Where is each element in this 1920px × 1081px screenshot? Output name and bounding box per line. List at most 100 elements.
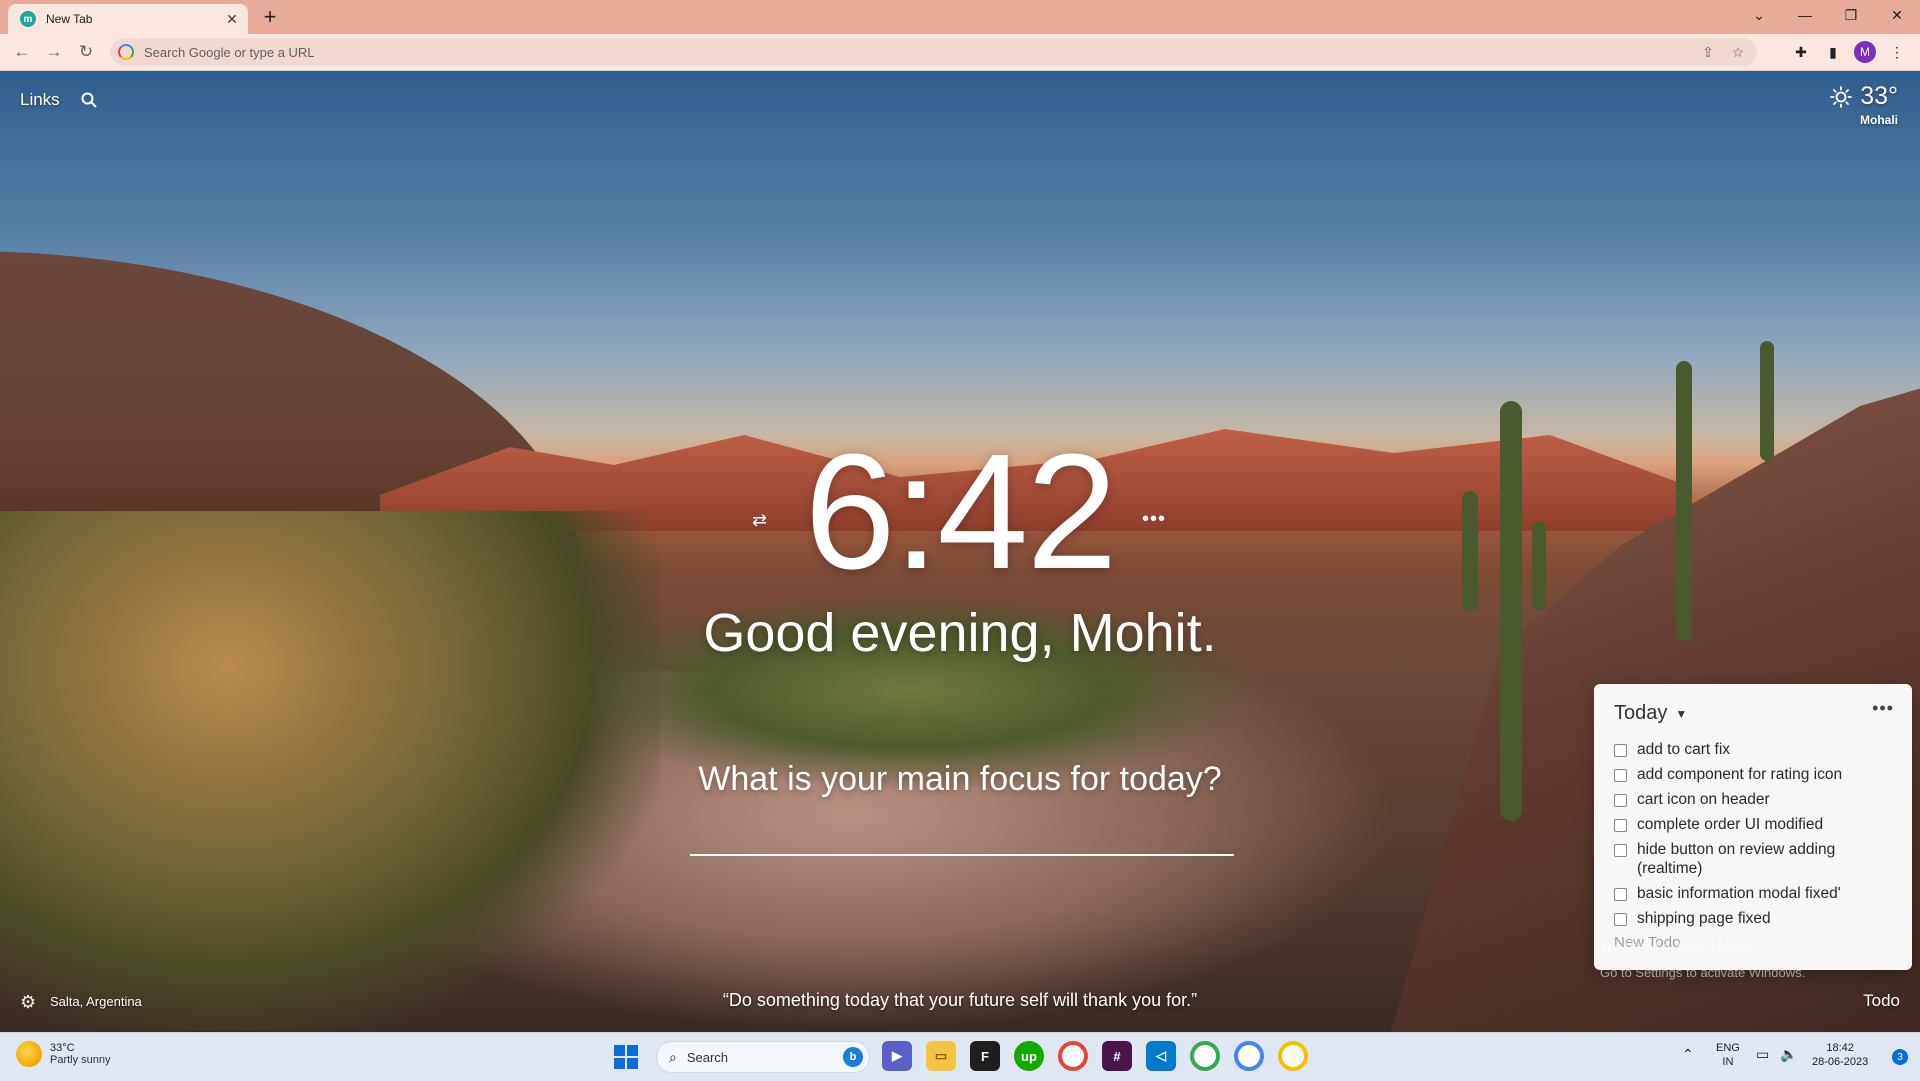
network-icon[interactable]: ▭ — [1756, 1047, 1769, 1061]
minimize-icon[interactable]: — — [1782, 0, 1828, 30]
taskbar: 33°C Partly sunny ⌕ Search b ▶ ▭ F up # … — [0, 1032, 1920, 1081]
todo-toggle-button[interactable]: Todo — [1863, 991, 1900, 1011]
todo-more-icon[interactable]: ••• — [1872, 698, 1894, 719]
todo-checkbox[interactable] — [1614, 819, 1627, 832]
chevron-down-icon: ▼ — [1675, 706, 1688, 721]
side-panel-icon[interactable]: ▮ — [1821, 40, 1845, 64]
new-tab-button[interactable]: + — [258, 6, 282, 30]
tab-strip: m New Tab ✕ + ⌄ — ❐ ✕ — [0, 0, 1920, 34]
todo-checkbox[interactable] — [1614, 769, 1627, 782]
tab-new-tab[interactable]: m New Tab ✕ — [8, 4, 248, 34]
tray-overflow-chevron-icon[interactable]: ⌃ — [1682, 1047, 1694, 1061]
todo-list-selector[interactable]: Today ▼ — [1614, 702, 1687, 725]
close-tab-icon[interactable]: ✕ — [224, 11, 240, 27]
reload-icon[interactable]: ↻ — [74, 40, 98, 64]
todo-panel: Today ▼ ••• add to cart fix add componen… — [1594, 684, 1912, 970]
file-explorer-icon[interactable]: ▭ — [926, 1041, 956, 1071]
omnibox[interactable]: Search Google or type a URL ⇪ ☆ — [110, 38, 1757, 66]
todo-checkbox[interactable] — [1614, 913, 1627, 926]
forward-icon[interactable]: → — [42, 40, 66, 64]
menu-kebab-icon[interactable]: ⋮ — [1885, 40, 1909, 64]
todo-item[interactable]: add component for rating icon — [1614, 765, 1904, 784]
cactus-arm-scenery — [1462, 491, 1478, 611]
windows-logo-tile — [614, 1058, 625, 1069]
google-icon — [118, 44, 134, 60]
start-button[interactable] — [614, 1045, 638, 1069]
chrome-profile-icon[interactable] — [1190, 1041, 1220, 1071]
clock-date[interactable]: 18:42 28-06-2023 — [1812, 1041, 1868, 1069]
quote[interactable]: “Do something today that your future sel… — [560, 990, 1360, 1011]
weather-widget[interactable]: 33° Mohali — [1830, 82, 1898, 127]
chrome-profile-icon-2[interactable] — [1234, 1041, 1264, 1071]
todo-checkbox[interactable] — [1614, 844, 1627, 857]
todo-item-text: cart icon on header — [1637, 791, 1770, 808]
taskbar-date: 28-06-2023 — [1812, 1056, 1869, 1068]
settings-gear-icon[interactable]: ⚙ — [20, 992, 36, 1013]
watermark-title: Activate Windows — [1600, 938, 1758, 960]
browser-toolbar: ← → ↻ Search Google or type a URL ⇪ ☆ ✚ … — [0, 34, 1920, 71]
todo-item-text: complete order UI modified — [1637, 816, 1824, 833]
search-icon[interactable] — [80, 91, 98, 109]
todo-list-name: Today — [1614, 702, 1668, 724]
share-icon[interactable]: ⇪ — [1697, 41, 1719, 63]
slack-icon[interactable]: # — [1102, 1041, 1132, 1071]
vscode-icon[interactable]: ◁ — [1146, 1041, 1176, 1071]
todo-item[interactable]: hide button on review adding (realtime) — [1614, 840, 1904, 878]
upwork-icon[interactable]: up — [1014, 1041, 1044, 1071]
cactus-scenery-2 — [1676, 361, 1692, 641]
tab-search-chevron-icon[interactable]: ⌄ — [1736, 0, 1782, 30]
cactus-arm-scenery-2 — [1532, 521, 1546, 611]
todo-item-text: basic information modal fixed' — [1637, 885, 1841, 902]
taskbar-weather-desc: Partly sunny — [50, 1054, 111, 1066]
todo-item[interactable]: add to cart fix — [1614, 740, 1904, 759]
cactus-scenery-3 — [1760, 341, 1774, 461]
chrome-profile-icon-3[interactable] — [1278, 1041, 1308, 1071]
windows-logo-tile — [627, 1045, 638, 1056]
focus-input[interactable] — [690, 800, 1234, 856]
activate-windows-watermark: Activate Windows Go to Settings to activ… — [1600, 938, 1805, 980]
weather-location: Mohali — [1860, 113, 1898, 127]
taskbar-weather-widget[interactable]: 33°C Partly sunny — [16, 1041, 111, 1067]
language-indicator[interactable]: ENG IN — [1716, 1041, 1740, 1069]
cactus-scenery — [1500, 401, 1522, 821]
avatar: M — [1854, 41, 1876, 63]
volume-icon[interactable]: 🔈 — [1780, 1047, 1797, 1061]
weather-temperature: 33° — [1860, 82, 1898, 110]
notification-badge[interactable]: 3 — [1892, 1049, 1908, 1065]
profile-button[interactable]: M — [1853, 40, 1877, 64]
momentum-favicon-icon: m — [20, 11, 36, 27]
watermark-subtitle: Go to Settings to activate Windows. — [1600, 965, 1806, 980]
todo-item[interactable]: basic information modal fixed' — [1614, 884, 1904, 903]
meet-icon[interactable]: ▶ — [882, 1041, 912, 1071]
todo-item[interactable]: shipping page fixed — [1614, 909, 1904, 928]
photo-location[interactable]: Salta, Argentina — [50, 994, 142, 1009]
chrome-icon[interactable] — [1058, 1041, 1088, 1071]
todo-item[interactable]: complete order UI modified — [1614, 815, 1904, 834]
back-icon[interactable]: ← — [10, 40, 34, 64]
todo-item[interactable]: cart icon on header — [1614, 790, 1904, 809]
todo-item-text: shipping page fixed — [1637, 910, 1771, 927]
bookmark-star-icon[interactable]: ☆ — [1727, 41, 1749, 63]
windows-logo-tile — [614, 1045, 625, 1056]
todo-checkbox[interactable] — [1614, 888, 1627, 901]
todo-list: add to cart fix add component for rating… — [1614, 740, 1904, 934]
restore-icon[interactable]: ❐ — [1828, 0, 1874, 30]
greeting: Good evening, Mohit. — [703, 603, 1217, 663]
partly-sunny-icon — [16, 1041, 42, 1067]
focus-question: What is your main focus for today? — [698, 760, 1222, 798]
omnibox-placeholder[interactable]: Search Google or type a URL — [144, 45, 1697, 60]
taskbar-search-label: Search — [686, 1049, 729, 1065]
clock-more-icon[interactable]: ••• — [1142, 508, 1166, 531]
links-button[interactable]: Links — [20, 90, 60, 110]
close-window-icon[interactable]: ✕ — [1874, 0, 1920, 30]
todo-checkbox[interactable] — [1614, 744, 1627, 757]
region-code: IN — [1722, 1056, 1734, 1068]
tab-title: New Tab — [46, 12, 93, 26]
figma-icon[interactable]: F — [970, 1041, 1000, 1071]
extensions-icon[interactable]: ✚ — [1789, 40, 1813, 64]
bing-icon[interactable]: b — [843, 1047, 863, 1067]
taskbar-time: 18:42 — [1826, 1042, 1854, 1054]
taskbar-search[interactable]: ⌕ Search b — [656, 1041, 870, 1073]
sun-icon — [1830, 85, 1853, 108]
todo-checkbox[interactable] — [1614, 794, 1627, 807]
